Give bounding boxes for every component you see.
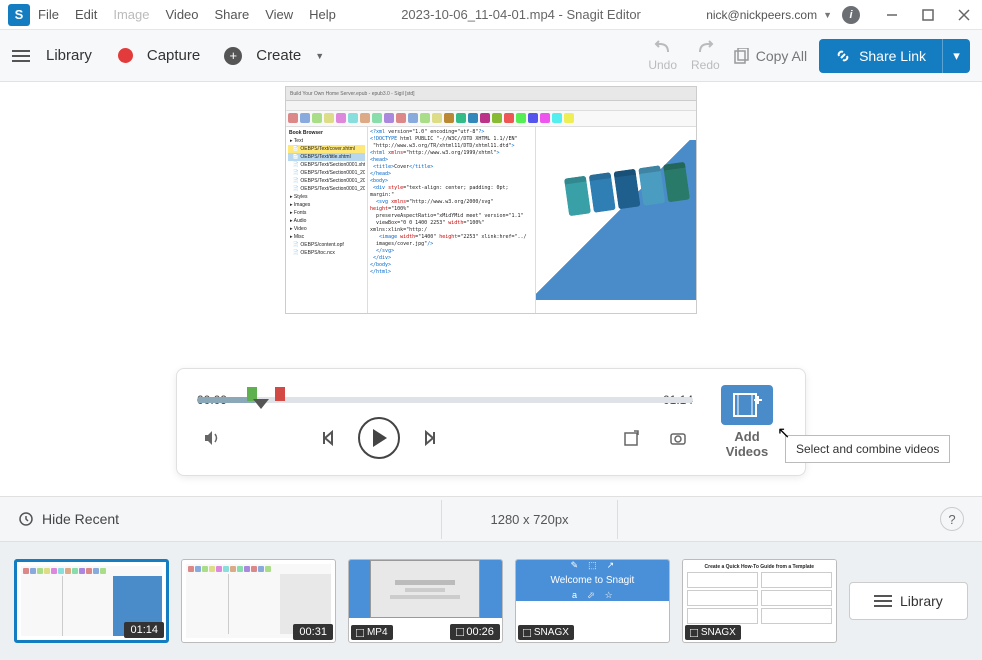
thumb-duration: 01:14 xyxy=(124,622,164,638)
undo-button: Undo xyxy=(648,40,677,72)
thumb-duration: 00:31 xyxy=(293,624,333,640)
step-forward-icon xyxy=(419,428,439,448)
undo-icon xyxy=(652,40,674,56)
play-button[interactable] xyxy=(358,417,400,459)
timeline-track[interactable] xyxy=(197,389,693,391)
video-player: 00:09 01:14 xyxy=(176,368,806,476)
menu-file[interactable]: File xyxy=(38,7,59,22)
recent-thumb-4[interactable]: ✎⬚↗ Welcome to Snagit a⬀☆ SNAGX xyxy=(515,559,670,643)
menu-image: Image xyxy=(113,7,149,22)
share-dropdown-button[interactable]: ▾ xyxy=(942,39,970,73)
copy-all-button[interactable]: Copy All xyxy=(734,48,807,64)
create-plus-icon[interactable]: + xyxy=(224,47,242,65)
copy-icon xyxy=(734,48,750,64)
recent-thumb-1[interactable]: 01:14 xyxy=(14,559,169,643)
link-icon xyxy=(835,48,851,64)
main-toolbar: Library Capture + Create ▼ Undo Redo Cop… xyxy=(0,30,982,82)
menu-view[interactable]: View xyxy=(265,7,293,22)
status-bar: Hide Recent 1280 x 720px ? xyxy=(0,496,982,542)
tooltip: Select and combine videos xyxy=(785,435,950,463)
trim-end-marker[interactable] xyxy=(275,387,285,401)
user-dropdown-icon[interactable]: ▼ xyxy=(823,10,832,20)
help-button[interactable]: ? xyxy=(940,507,964,531)
thumb-type: MP4 xyxy=(351,625,393,640)
volume-button[interactable] xyxy=(197,423,227,453)
create-dropdown-icon[interactable]: ▼ xyxy=(315,51,324,61)
speaker-icon xyxy=(202,428,222,448)
thumb-type: SNAGX xyxy=(518,625,574,640)
close-button[interactable] xyxy=(946,0,982,30)
camera-icon xyxy=(669,429,687,447)
recent-thumb-5[interactable]: Create a Quick How-To Guide from a Templ… xyxy=(682,559,837,643)
info-icon[interactable]: i xyxy=(842,6,860,24)
capture-button[interactable]: Capture xyxy=(147,47,200,64)
playhead[interactable] xyxy=(253,399,269,409)
capture-record-icon[interactable] xyxy=(118,48,133,63)
window-title: 2023-10-06_11-04-01.mp4 - Snagit Editor xyxy=(336,7,706,22)
play-icon xyxy=(373,429,387,447)
library-button[interactable]: Library xyxy=(46,47,92,64)
recent-thumb-2[interactable]: 00:31 xyxy=(181,559,336,643)
video-preview-frame: Build Your Own Home Server.epub - epub3.… xyxy=(285,86,697,314)
thumb-duration: 00:26 xyxy=(450,624,500,640)
title-bar: S File Edit Image Video Share View Help … xyxy=(0,0,982,30)
menu-edit[interactable]: Edit xyxy=(75,7,97,22)
canvas-area: Build Your Own Home Server.epub - epub3.… xyxy=(0,82,982,496)
add-videos-button[interactable]: Add Videos xyxy=(709,385,785,459)
minimize-button[interactable] xyxy=(874,0,910,30)
thumb-type: SNAGX xyxy=(685,625,741,640)
recent-thumb-3[interactable]: MP4 00:26 xyxy=(348,559,503,643)
clock-icon xyxy=(18,511,34,527)
recent-tray: 01:14 00:31 MP4 00:26 ✎⬚↗ Welcome to Sna… xyxy=(0,542,982,660)
menu-help[interactable]: Help xyxy=(309,7,336,22)
menu-video[interactable]: Video xyxy=(166,7,199,22)
redo-icon xyxy=(694,40,716,56)
user-email[interactable]: nick@nickpeers.com xyxy=(706,8,817,22)
screenshot-button[interactable] xyxy=(663,423,693,453)
hamburger-icon[interactable] xyxy=(12,50,30,62)
step-back-button[interactable] xyxy=(314,423,344,453)
create-button[interactable]: Create xyxy=(256,47,301,64)
dimensions-label: 1280 x 720px xyxy=(441,500,617,539)
share-link-button[interactable]: Share Link xyxy=(819,39,942,73)
mouse-cursor: ↖ xyxy=(777,423,790,443)
step-back-icon xyxy=(319,428,339,448)
hide-recent-button[interactable]: Hide Recent xyxy=(18,511,119,527)
redo-button: Redo xyxy=(691,40,720,72)
export-icon xyxy=(623,429,641,447)
add-videos-icon xyxy=(732,392,762,418)
app-logo: S xyxy=(8,4,30,26)
menu-bar: File Edit Image Video Share View Help xyxy=(38,7,336,22)
maximize-button[interactable] xyxy=(910,0,946,30)
menu-share[interactable]: Share xyxy=(215,7,250,22)
export-frame-button[interactable] xyxy=(617,423,647,453)
tray-library-button[interactable]: Library xyxy=(849,582,968,620)
step-forward-button[interactable] xyxy=(414,423,444,453)
